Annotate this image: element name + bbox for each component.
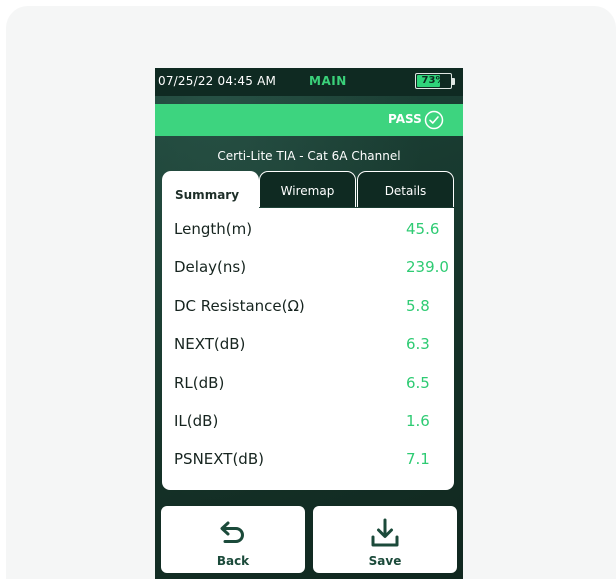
measurement-value: 1.6 xyxy=(406,412,430,430)
tab-summary[interactable]: Summary xyxy=(162,171,259,211)
measurement-row-psnext: PSNEXT(dB) 7.1 xyxy=(162,446,454,474)
measurement-value: 5.8 xyxy=(406,297,430,315)
measurement-row-length: Length(m) 45.6 xyxy=(162,216,454,244)
back-button[interactable]: Back xyxy=(161,506,305,573)
measurement-label: NEXT(dB) xyxy=(174,335,246,353)
measurement-row-il: IL(dB) 1.6 xyxy=(162,408,454,436)
measurement-row-dc-resistance: DC Resistance(Ω) 5.8 xyxy=(162,293,454,321)
tab-wiremap[interactable]: Wiremap xyxy=(259,171,356,207)
pass-status: PASS xyxy=(388,112,422,126)
tab-details[interactable]: Details xyxy=(357,171,454,207)
measurement-row-rl: RL(dB) 6.5 xyxy=(162,370,454,398)
measurement-label: DC Resistance(Ω) xyxy=(174,297,305,315)
test-title: Certi-Lite TIA - Cat 6A Channel xyxy=(217,149,401,163)
measurement-value: 6.5 xyxy=(406,374,430,392)
measurement-label: IL(dB) xyxy=(174,412,219,430)
result-bar: PASS xyxy=(155,104,463,136)
battery-tip xyxy=(452,78,455,85)
save-label: Save xyxy=(368,554,402,568)
measurement-value: 7.1 xyxy=(406,450,430,468)
measurement-value: 6.3 xyxy=(406,335,430,353)
summary-panel: Length(m) 45.6 Delay(ns) 239.0 DC Resist… xyxy=(162,208,454,490)
tester-screen: 07/25/22 04:45 AM MAIN 73% PASS Certi-Li… xyxy=(155,68,463,579)
measurement-label: Length(m) xyxy=(174,220,253,238)
download-icon xyxy=(371,518,399,547)
save-button[interactable]: Save xyxy=(313,506,457,573)
datetime-text: 07/25/22 04:45 AM xyxy=(158,74,277,88)
status-bar: 07/25/22 04:45 AM MAIN 73% xyxy=(155,68,463,96)
measurement-label: RL(dB) xyxy=(174,374,225,392)
measurement-label: Delay(ns) xyxy=(174,258,247,276)
back-label: Back xyxy=(216,554,250,568)
measurement-row-delay: Delay(ns) 239.0 xyxy=(162,254,454,282)
battery-percent: 73% xyxy=(421,75,446,86)
measurement-row-next: NEXT(dB) 6.3 xyxy=(162,331,454,359)
measurement-value: 45.6 xyxy=(406,220,440,238)
mode-label: MAIN xyxy=(309,74,347,88)
undo-arrow-icon xyxy=(220,521,244,543)
measurement-label: PSNEXT(dB) xyxy=(174,450,264,468)
measurement-value: 239.0 xyxy=(406,258,449,276)
battery-icon: 73% xyxy=(415,73,452,89)
check-circle-icon xyxy=(424,110,444,130)
